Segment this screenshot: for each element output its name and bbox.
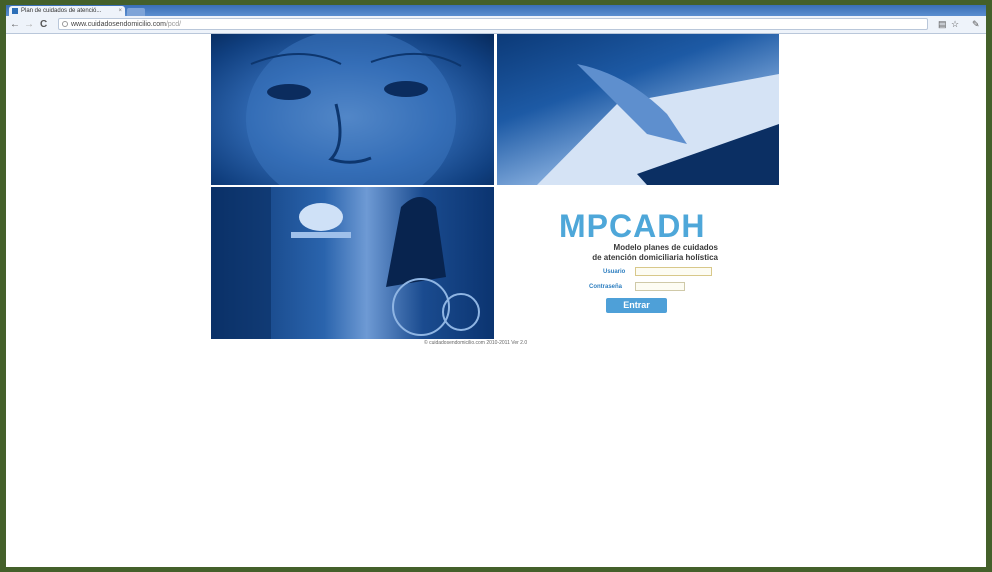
address-bar[interactable]: www.cuidadosendomicilio.com/pcd/: [58, 18, 928, 30]
login-button[interactable]: Entrar: [606, 298, 667, 313]
tab-strip: Plan de cuidados de atenció... ×: [6, 5, 986, 16]
password-input[interactable]: [635, 282, 685, 291]
photo-wheelchair-room: [211, 187, 494, 339]
star-icon[interactable]: ☆: [951, 17, 959, 32]
browser-window: Plan de cuidados de atenció... × ← → C w…: [6, 5, 986, 567]
page-info-icon: [62, 21, 68, 27]
username-input[interactable]: [635, 267, 712, 276]
wrench-icon[interactable]: ✎: [972, 17, 980, 32]
new-tab-button[interactable]: [127, 8, 145, 16]
subtitle-line-1: Modelo planes de cuidados: [613, 243, 718, 252]
photo-elderly-face: [211, 34, 494, 185]
footer-copyright: © cuidadosendomicilio.com 2010-2011 Ver …: [424, 340, 528, 346]
forward-icon[interactable]: →: [24, 17, 34, 32]
url-host: www.cuidadosendomicilio.com: [71, 21, 166, 28]
subtitle-line-2: de atención domiciliaria holística: [592, 253, 718, 262]
browser-toolbar: ← → C www.cuidadosendomicilio.com/pcd/ ▤…: [6, 16, 986, 34]
close-icon[interactable]: ×: [118, 6, 122, 16]
username-label: Usuario: [603, 269, 626, 275]
photo-hand-on-paper: [497, 34, 779, 185]
back-icon[interactable]: ←: [10, 17, 20, 32]
page-icon[interactable]: ▤: [938, 17, 947, 32]
reload-icon[interactable]: C: [40, 17, 47, 32]
tab-title: Plan de cuidados de atenció...: [21, 8, 102, 14]
browser-tab[interactable]: Plan de cuidados de atenció... ×: [9, 6, 125, 16]
photo-collage: [211, 34, 779, 339]
app-subtitle: Modelo planes de cuidados de atención do…: [558, 243, 718, 263]
password-label: Contraseña: [589, 284, 623, 290]
favicon-icon: [12, 8, 18, 14]
url-path: /pcd/: [165, 21, 182, 28]
brand-logo: MPCADH: [559, 208, 706, 244]
